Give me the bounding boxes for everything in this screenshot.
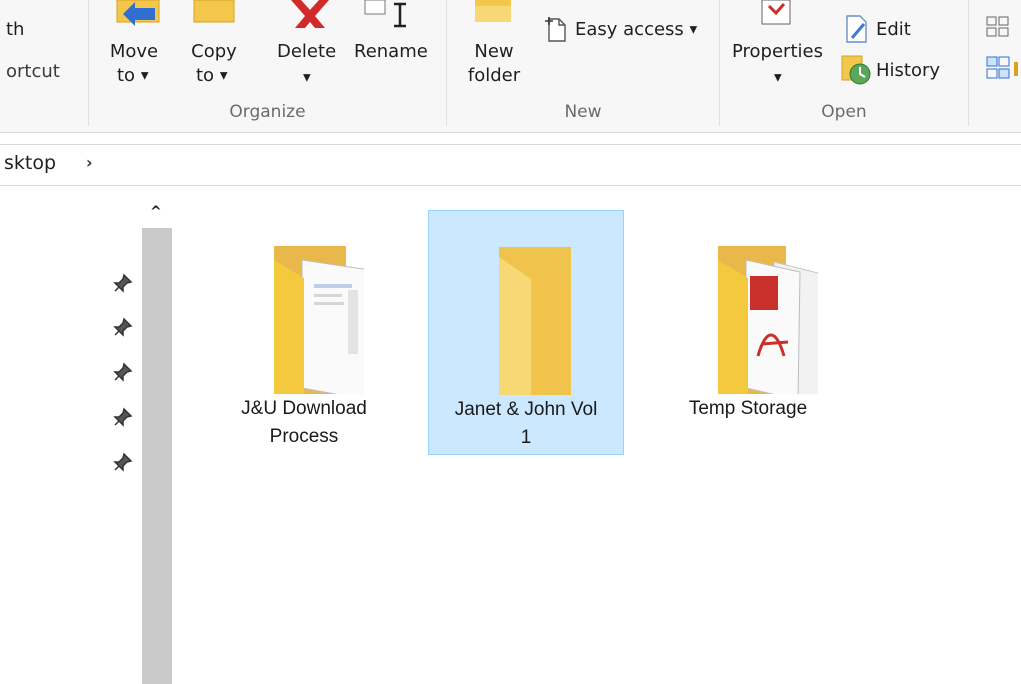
pin-icon [113, 407, 133, 427]
edit-label: Edit [876, 19, 911, 40]
folder-icon [718, 246, 818, 394]
ribbon: th ortcut Move to ▼ Copy to ▼ Delete ▼ R… [0, 0, 1021, 132]
pin-icon [113, 317, 133, 337]
folder-item-label-line2: 1 [520, 427, 532, 448]
chevron-down-icon: ▼ [303, 72, 311, 84]
pin-icon [113, 452, 133, 472]
easy-access-label: Easy access [575, 19, 684, 40]
address-bar[interactable]: sktop › [0, 144, 1021, 186]
folder-item-label-line1: Temp Storage [688, 398, 808, 419]
chevron-up-icon: ^ [150, 204, 162, 220]
group-label-organize: Organize [229, 102, 306, 122]
clipboard-path-button-label[interactable]: th [6, 18, 24, 41]
delete-label: Delete [277, 41, 337, 62]
chevron-down-icon: ▼ [689, 24, 698, 36]
easy-access-label-wrap: Easy access ▼ [575, 18, 697, 42]
chevron-down-icon: ▼ [219, 70, 228, 82]
clipboard-shortcut-button-label[interactable]: ortcut [6, 60, 60, 83]
rename-label: Rename [354, 41, 428, 62]
folder-item-label: J&U Download Process [206, 395, 402, 451]
select-none-icon[interactable] [986, 56, 1020, 82]
group-label-new: New [564, 102, 602, 122]
ribbon-separator [968, 0, 969, 126]
easy-access-icon [545, 17, 566, 42]
copy-to-icon [193, 0, 235, 23]
folder-item[interactable]: Temp Storage [650, 210, 846, 455]
properties-label: Properties [732, 41, 823, 62]
folder-item-label-line1: J&U Download [241, 398, 367, 419]
new-folder-label-line1: New [474, 41, 514, 62]
folder-item-label: Janet & John Vol 1 [429, 396, 623, 452]
pin-icon [113, 273, 133, 293]
folder-item-selected[interactable]: Janet & John Vol 1 [428, 210, 624, 455]
move-to-label-line1: Move [109, 41, 159, 62]
select-all-icon[interactable] [986, 16, 1014, 40]
file-list: J&U Download Process Janet & John Vol 1 … [178, 186, 1021, 684]
move-to-label-line2: to [117, 65, 136, 86]
folder-icon [499, 247, 571, 395]
delete-icon [291, 0, 329, 28]
copy-to-label-line1: Copy [191, 41, 237, 62]
new-folder-label-line2: folder [467, 65, 521, 86]
copy-to-label-line2: to [196, 65, 215, 86]
move-to-icon [116, 0, 160, 26]
folder-item[interactable]: J&U Download Process [206, 210, 402, 455]
move-to-label-line2-wrap: to ▼ [117, 64, 149, 88]
folder-item-label-line2: Process [269, 426, 339, 447]
rename-icon [364, 0, 406, 28]
folder-icon [274, 246, 364, 394]
breadcrumb-chevron-icon[interactable]: › [86, 153, 93, 172]
breadcrumb-desktop[interactable]: sktop [4, 152, 56, 174]
nav-pane-scrollbar[interactable] [142, 228, 172, 684]
chevron-down-icon: ▼ [774, 72, 782, 84]
group-label-open: Open [821, 102, 867, 122]
pin-icon [113, 362, 133, 382]
chevron-down-icon: ▼ [140, 70, 149, 82]
copy-to-label-line2-wrap: to ▼ [196, 64, 228, 88]
history-icon [841, 55, 871, 85]
scroll-up-button[interactable]: ^ [142, 200, 172, 228]
folder-item-label-line1: Janet & John Vol [454, 399, 598, 420]
folder-item-label: Temp Storage [650, 395, 846, 423]
properties-icon [761, 0, 791, 25]
edit-icon [846, 15, 867, 43]
new-folder-icon [475, 0, 511, 22]
ribbon-divider [0, 132, 1021, 133]
history-label: History [876, 60, 941, 81]
